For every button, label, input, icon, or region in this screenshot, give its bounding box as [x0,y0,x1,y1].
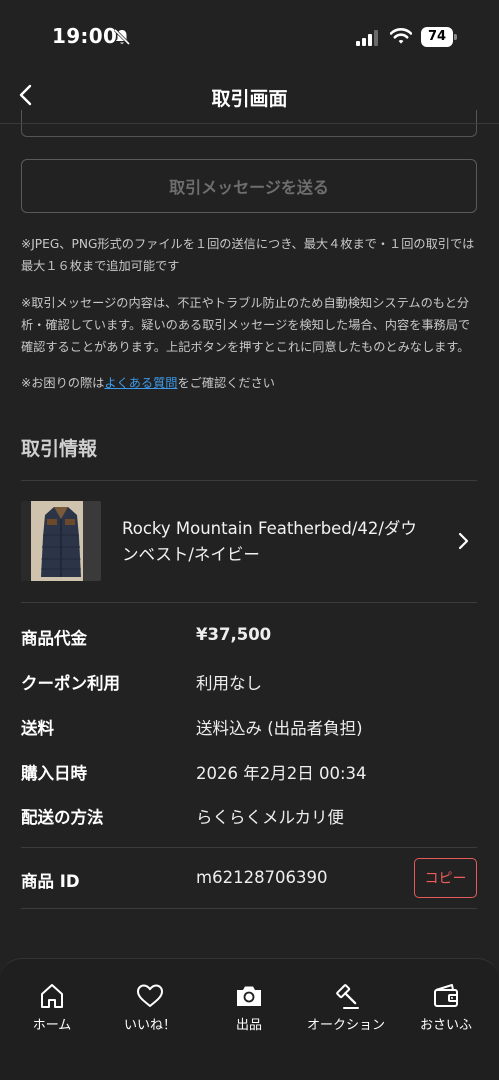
status-bar: 19:00 74 [0,0,499,74]
purchase-date-value: 2026 年2月2日 00:34 [196,764,367,783]
coupon-label: クーポン利用 [21,674,120,693]
down-vest-image [21,501,101,581]
section-title-transaction-info: 取引情報 [21,438,98,460]
wifi-icon [390,28,412,44]
help-note: ※お困りの際はよくある質問をご確認ください [21,372,481,394]
bell-slash-icon [113,28,131,46]
nav-item-auction[interactable]: オークション [298,981,394,1037]
status-time: 19:00 [52,24,118,48]
product-id-label: 商品 ID [21,872,80,891]
product-id-value: m62128706390 [196,868,328,887]
battery-indicator: 74 [421,27,457,47]
nav-label-sell: 出品 [235,1018,262,1033]
price-label: 商品代金 [21,629,87,648]
shipping-method-label: 配送の方法 [21,808,104,827]
battery-level: 74 [421,27,453,47]
coupon-value: 利用なし [196,674,262,693]
help-suffix: をご確認ください [177,376,275,390]
nav-label-likes: いいね！ [123,1018,176,1033]
shipping-fee-label: 送料 [21,719,54,738]
bottom-navigation: ホーム いいね！ 出品 オークション おさいふ [0,958,499,1080]
chevron-right-icon [458,532,469,550]
nav-item-home[interactable]: ホーム [4,981,100,1037]
divider [21,908,477,909]
wallet-icon [434,984,458,1007]
purchase-date-label: 購入日時 [21,764,87,783]
gavel-icon [336,984,359,1009]
divider [21,602,477,603]
header-divider [0,123,499,124]
nav-label-wallet: おさいふ [419,1018,472,1033]
divider [21,480,477,481]
nav-label-home: ホーム [32,1018,72,1033]
help-prefix: ※お困りの際は [21,376,105,390]
nav-item-sell[interactable]: 出品 [201,981,297,1037]
file-limit-note: ※JPEG、PNG形式のファイルを１回の送信につき、最大４枚まで・１回の取引では… [21,237,475,273]
nav-label-auction: オークション [306,1018,385,1033]
copy-button[interactable]: コピー [414,858,477,898]
shipping-fee-value: 送料込み (出品者負担) [196,719,363,738]
camera-icon [237,986,261,1006]
item-title: Rocky Mountain Featherbed/42/ダウンベスト/ネイビー [122,519,417,564]
policy-note: ※取引メッセージの内容は、不正やトラブル防止のため自動検知システムのもと分析・確… [21,296,471,354]
nav-item-wallet[interactable]: おさいふ [398,981,494,1037]
page-title: 取引画面 [211,88,288,110]
faq-link[interactable]: よくある質問 [104,376,177,390]
signal-icon [356,30,378,46]
item-row[interactable]: Rocky Mountain Featherbed/42/ダウンベスト/ネイビー [21,488,477,596]
send-message-button[interactable]: 取引メッセージを送る [21,159,477,213]
shipping-method-value: らくらくメルカリ便 [196,808,345,827]
heart-icon [137,984,163,1007]
price-value: ¥37,500 [196,625,272,644]
battery-tip [454,34,457,40]
item-thumbnail [21,501,101,581]
home-icon [41,984,63,1008]
nav-item-likes[interactable]: いいね！ [102,981,198,1037]
divider [21,847,477,848]
